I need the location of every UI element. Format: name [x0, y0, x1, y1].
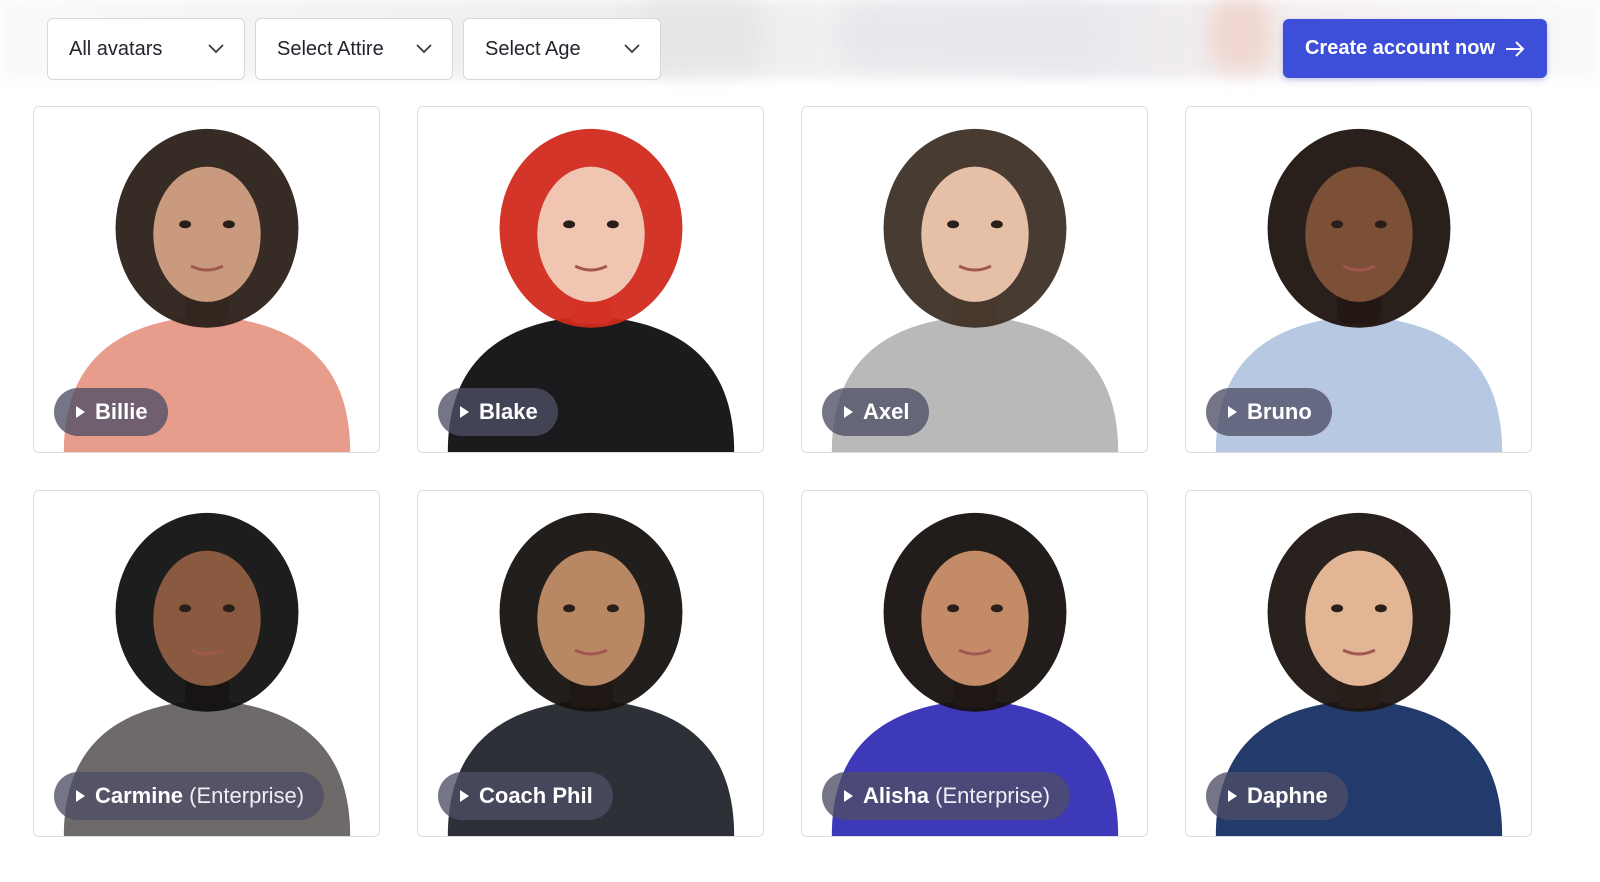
play-icon	[1228, 406, 1237, 418]
attire-select[interactable]: Select Attire	[255, 18, 453, 80]
avatar-label: Billie	[95, 399, 148, 425]
play-icon	[1228, 790, 1237, 802]
avatar-tier: (Enterprise)	[189, 783, 305, 808]
avatar-card[interactable]: Bruno	[1185, 106, 1532, 453]
avatar-name: Blake	[479, 399, 538, 424]
avatar-grid: Billie Blake Axel Bruno Carmine (Enterprise)…	[33, 106, 1532, 837]
avatar-name: Daphne	[1247, 783, 1328, 808]
filter-bar: All avatars Select Attire Select Age	[47, 18, 661, 80]
avatar-play-button[interactable]: Carmine (Enterprise)	[54, 772, 325, 820]
create-account-label: Create account now	[1304, 37, 1496, 59]
play-icon	[76, 406, 85, 418]
select-value: Select Age	[485, 37, 581, 60]
chevron-down-icon	[624, 44, 640, 54]
avatar-play-button[interactable]: Daphne	[1206, 772, 1348, 820]
avatar-card[interactable]: Blake	[417, 106, 764, 453]
avatar-card[interactable]: Alisha (Enterprise)	[801, 490, 1148, 837]
avatar-play-button[interactable]: Bruno	[1206, 388, 1332, 436]
avatar-card[interactable]: Carmine (Enterprise)	[33, 490, 380, 837]
avatar-play-button[interactable]: Axel	[822, 388, 930, 436]
avatar-label: Coach Phil	[479, 783, 593, 809]
play-icon	[460, 790, 469, 802]
chevron-down-icon	[208, 44, 224, 54]
age-select[interactable]: Select Age	[463, 18, 661, 80]
avatar-card[interactable]: Billie	[33, 106, 380, 453]
create-account-button[interactable]: Create account now	[1283, 19, 1547, 78]
avatar-name: Axel	[863, 399, 910, 424]
play-icon	[844, 406, 853, 418]
avatar-play-button[interactable]: Alisha (Enterprise)	[822, 772, 1071, 820]
avatar-card[interactable]: Coach Phil	[417, 490, 764, 837]
avatar-name: Billie	[95, 399, 148, 424]
avatar-tier: (Enterprise)	[935, 783, 1051, 808]
avatar-label: Blake	[479, 399, 538, 425]
avatar-label: Daphne	[1247, 783, 1328, 809]
avatar-label: Bruno	[1247, 399, 1312, 425]
avatar-play-button[interactable]: Billie	[54, 388, 168, 436]
chevron-down-icon	[416, 44, 432, 54]
avatar-card[interactable]: Daphne	[1185, 490, 1532, 837]
avatar-name: Alisha	[863, 783, 930, 808]
select-value: Select Attire	[277, 37, 384, 60]
play-icon	[76, 790, 85, 802]
avatar-name: Carmine	[95, 783, 184, 808]
avatar-name: Bruno	[1247, 399, 1312, 424]
avatar-name: Coach Phil	[479, 783, 593, 808]
avatar-card[interactable]: Axel	[801, 106, 1148, 453]
backdrop-blur	[840, 5, 1100, 67]
avatar-play-button[interactable]: Coach Phil	[438, 772, 613, 820]
avatar-label: Carmine (Enterprise)	[95, 783, 304, 809]
select-value: All avatars	[69, 37, 163, 60]
arrow-right-icon	[1506, 40, 1525, 57]
avatar-label: Alisha (Enterprise)	[863, 783, 1050, 809]
avatar-play-button[interactable]: Blake	[438, 388, 558, 436]
play-icon	[460, 406, 469, 418]
avatar-label: Axel	[863, 399, 909, 425]
backdrop-blur	[1210, 0, 1270, 70]
play-icon	[844, 790, 853, 802]
avatar-type-select[interactable]: All avatars	[47, 18, 245, 80]
